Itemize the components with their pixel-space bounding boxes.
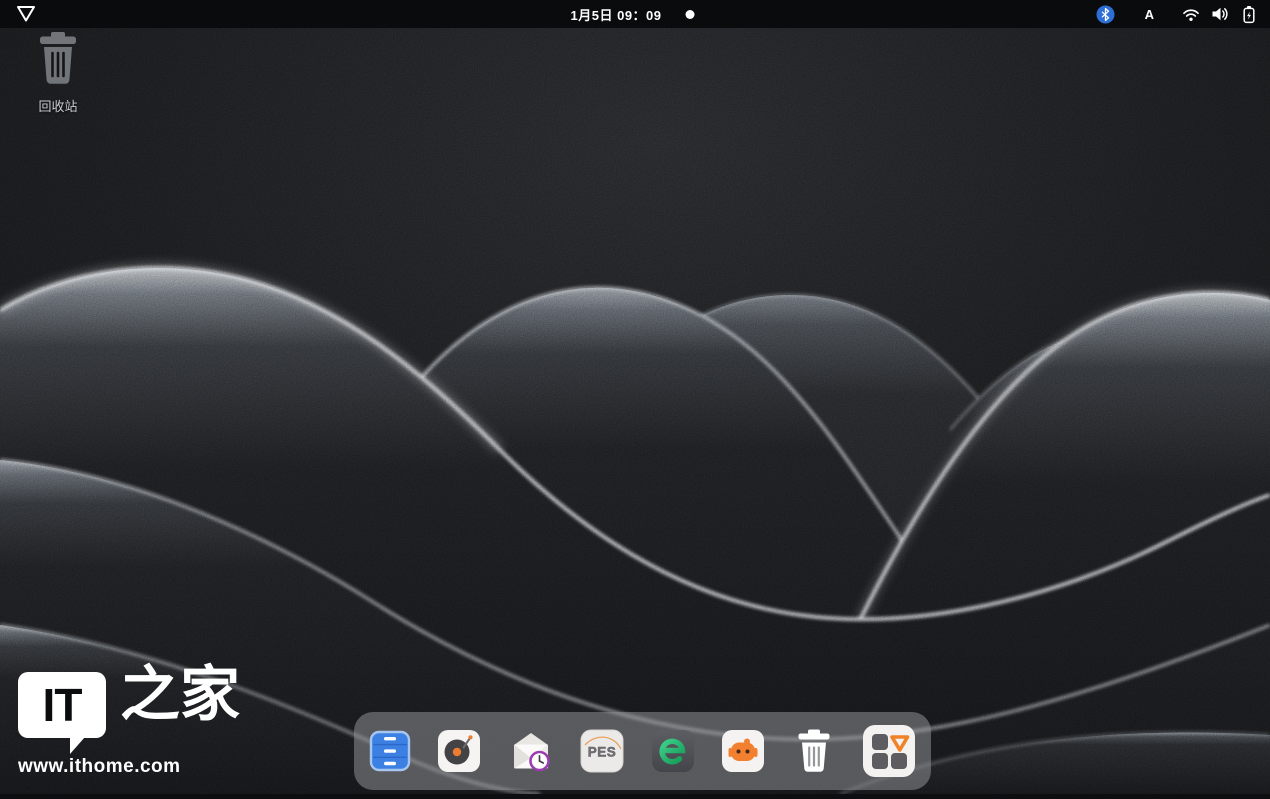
desktop-recycle-bin[interactable]: 回收站 xyxy=(14,30,102,115)
ithome-watermark: IT 之家 www.ithome.com xyxy=(18,670,278,786)
ithome-logo-text: IT xyxy=(43,678,82,732)
ithome-url: www.ithome.com xyxy=(18,756,181,778)
dock: PES xyxy=(354,712,931,790)
battery-charging-icon[interactable] xyxy=(1240,0,1258,28)
ithome-logo-bubble: IT xyxy=(18,672,106,738)
top-panel: 1月5日 09：09 A xyxy=(0,0,1270,28)
ithome-calligraphy: 之家 xyxy=(120,662,240,728)
recycle-bin-label: 回收站 xyxy=(38,96,77,115)
dock-browser-e[interactable] xyxy=(651,729,695,773)
openkylin-logo-icon[interactable] xyxy=(14,4,38,24)
wifi-icon[interactable] xyxy=(1182,0,1200,28)
svg-text:PES: PES xyxy=(588,745,617,760)
dock-music-player[interactable] xyxy=(437,729,481,773)
dock-pes-app[interactable]: PES xyxy=(580,729,624,773)
recycle-bin-icon xyxy=(32,30,84,93)
bluetooth-icon[interactable] xyxy=(1096,0,1115,28)
status-dot-icon xyxy=(686,10,695,19)
input-method-indicator[interactable]: A xyxy=(1141,0,1158,28)
dock-mail[interactable] xyxy=(508,728,554,774)
volume-icon[interactable] xyxy=(1211,0,1229,28)
dock-file-manager[interactable] xyxy=(369,730,411,772)
dock-app-launcher[interactable] xyxy=(862,724,916,778)
dock-ai-assistant[interactable] xyxy=(721,729,765,773)
clock[interactable]: 1月5日 09：09 xyxy=(571,5,662,24)
ithome-logo-tail xyxy=(70,737,85,754)
dock-trash[interactable] xyxy=(792,728,836,774)
